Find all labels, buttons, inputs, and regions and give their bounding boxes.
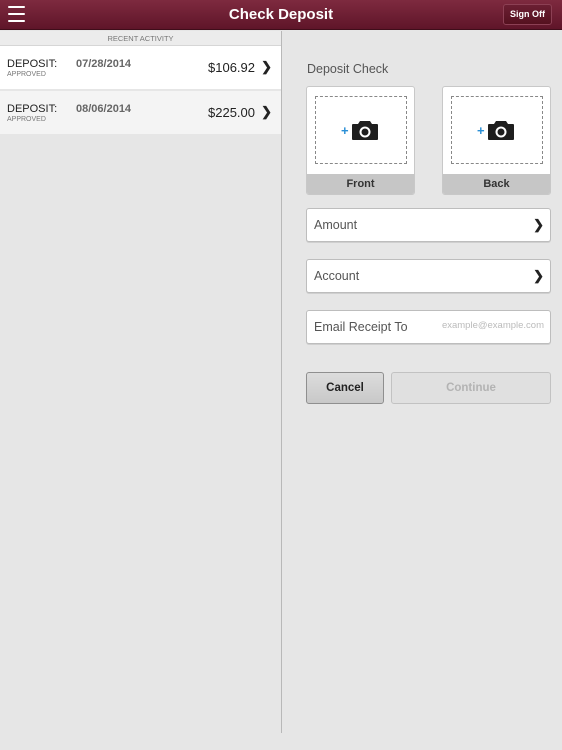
chevron-right-icon[interactable]: ❯: [533, 268, 544, 284]
activity-row[interactable]: DEPOSIT: APPROVED 08/06/2014 $225.00 ❯: [0, 91, 281, 136]
camera-add-icon: +: [477, 119, 517, 141]
front-check-capture[interactable]: + Front: [306, 86, 415, 195]
activity-date: 07/28/2014: [76, 58, 132, 70]
activity-type: DEPOSIT:: [7, 58, 58, 70]
camera-add-icon: +: [341, 119, 381, 141]
email-receipt-label: Email Receipt To: [314, 320, 408, 334]
cancel-button[interactable]: Cancel: [306, 372, 384, 404]
continue-button[interactable]: Continue: [391, 372, 551, 404]
front-label: Front: [307, 174, 414, 194]
activity-row[interactable]: DEPOSIT: APPROVED 07/28/2014 $106.92 ❯: [0, 46, 281, 91]
chevron-right-icon[interactable]: ❯: [533, 217, 544, 233]
chevron-right-icon: ❯: [261, 59, 272, 74]
deposit-check-title: Deposit Check: [307, 62, 389, 76]
amount-field[interactable]: Amount ❯: [306, 208, 551, 242]
bottom-strip: [0, 733, 562, 750]
activity-status: APPROVED: [7, 116, 46, 123]
activity-status: APPROVED: [7, 71, 46, 78]
email-receipt-field[interactable]: Email Receipt To: [306, 310, 551, 344]
account-label: Account: [314, 269, 360, 283]
back-label: Back: [443, 174, 550, 194]
page-title: Check Deposit: [228, 6, 334, 23]
account-field[interactable]: Account ❯: [306, 259, 551, 293]
deposit-panel: Deposit Check + Front + Back Amount ❯ Ac…: [282, 31, 562, 733]
activity-date: 08/06/2014: [76, 103, 132, 115]
back-check-capture[interactable]: + Back: [442, 86, 551, 195]
activity-amount: $225.00: [208, 105, 255, 120]
activity-type: DEPOSIT:: [7, 103, 58, 115]
chevron-right-icon: ❯: [261, 104, 272, 119]
activity-amount: $106.92: [208, 60, 255, 75]
sign-off-button[interactable]: Sign Off: [503, 4, 552, 25]
recent-activity-header: RECENT ACTIVITY: [0, 31, 281, 46]
recent-activity-panel: RECENT ACTIVITY DEPOSIT: APPROVED 07/28/…: [0, 31, 281, 750]
amount-label: Amount: [314, 218, 358, 232]
top-bar: Check Deposit Sign Off: [0, 0, 562, 30]
email-input[interactable]: [434, 320, 544, 331]
